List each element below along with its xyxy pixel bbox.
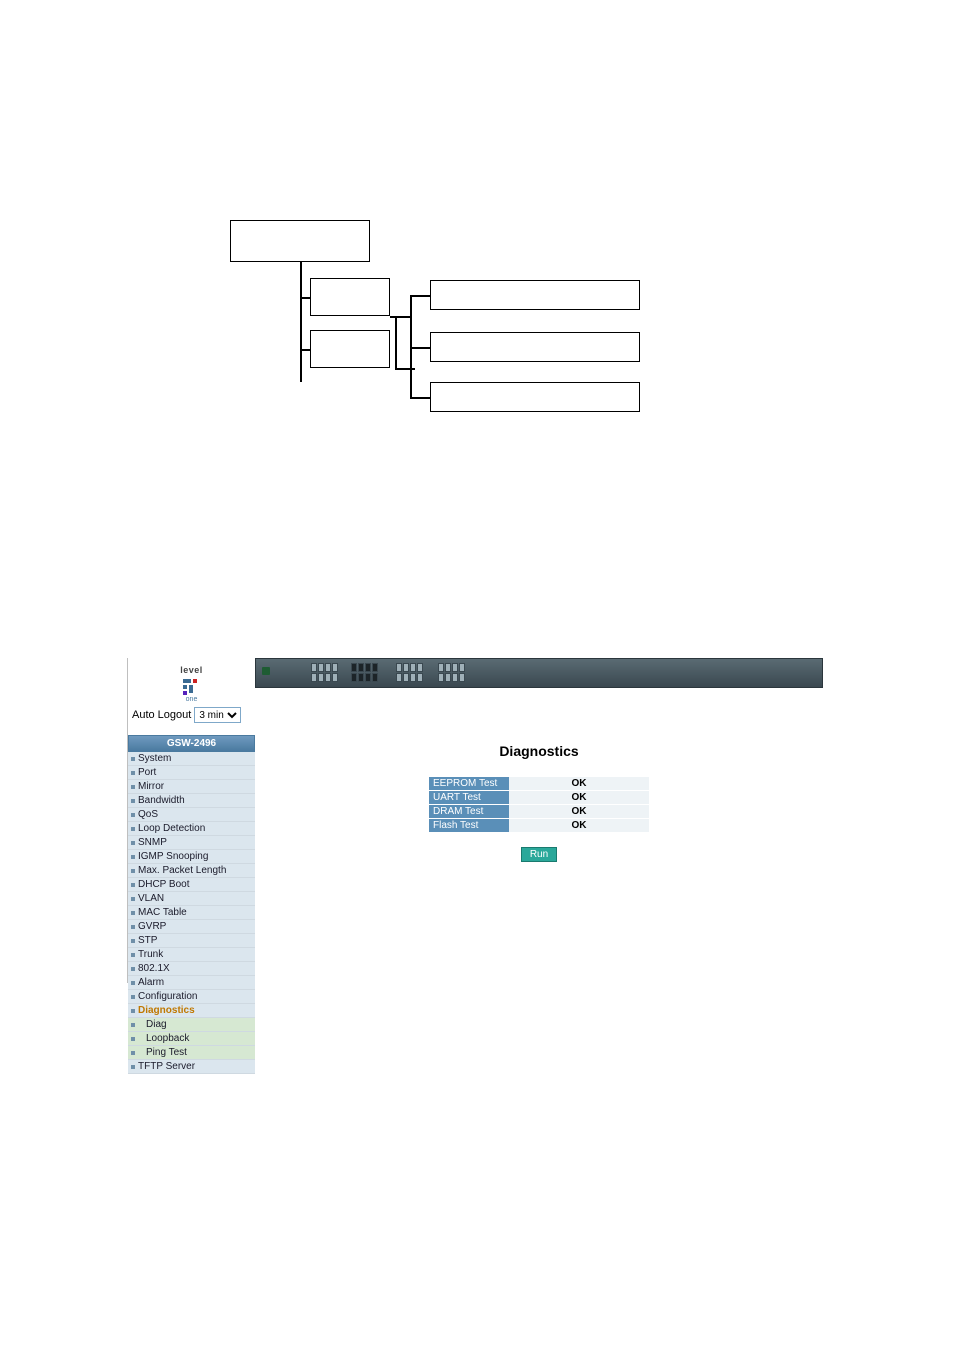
nav-item-dhcp-boot[interactable]: DHCP Boot: [128, 878, 255, 892]
nav-item-loop-detection[interactable]: Loop Detection: [128, 822, 255, 836]
nav-item-bandwidth[interactable]: Bandwidth: [128, 794, 255, 808]
test-label: Flash Test: [429, 819, 509, 833]
diagram-child-1: [310, 278, 390, 316]
diagram-sub-3: [430, 382, 640, 412]
power-led-icon: [262, 667, 270, 675]
nav-item-gvrp[interactable]: GVRP: [128, 920, 255, 934]
nav-item-stp[interactable]: STP: [128, 934, 255, 948]
test-result: OK: [509, 819, 649, 833]
nav-item-max-packet-length[interactable]: Max. Packet Length: [128, 864, 255, 878]
diagram-root-box: [230, 220, 370, 262]
brand-top: level: [180, 665, 203, 675]
nav: GSW-2496 SystemPortMirrorBandwidthQoSLoo…: [128, 735, 255, 1074]
table-row: EEPROM TestOK: [429, 777, 649, 791]
nav-item-igmp-snooping[interactable]: IGMP Snooping: [128, 850, 255, 864]
nav-item-loopback[interactable]: Loopback: [128, 1032, 255, 1046]
auto-logout-select[interactable]: 3 min: [194, 707, 241, 723]
table-row: DRAM TestOK: [429, 805, 649, 819]
nav-item-port[interactable]: Port: [128, 766, 255, 780]
nav-item-vlan[interactable]: VLAN: [128, 892, 255, 906]
main-pane: Diagnostics EEPROM TestOKUART TestOKDRAM…: [255, 658, 823, 983]
run-button[interactable]: Run: [521, 847, 557, 862]
nav-item-diagnostics[interactable]: Diagnostics: [128, 1004, 255, 1018]
device-image: [255, 658, 823, 688]
nav-item-802-1x[interactable]: 802.1X: [128, 962, 255, 976]
brand-bottom: one: [128, 696, 255, 703]
nav-item-qos[interactable]: QoS: [128, 808, 255, 822]
test-label: DRAM Test: [429, 805, 509, 819]
nav-header: GSW-2496: [128, 735, 255, 752]
table-row: Flash TestOK: [429, 819, 649, 833]
nav-item-system[interactable]: System: [128, 752, 255, 766]
nav-item-mirror[interactable]: Mirror: [128, 780, 255, 794]
test-result: OK: [509, 791, 649, 805]
nav-item-trunk[interactable]: Trunk: [128, 948, 255, 962]
test-result: OK: [509, 777, 649, 791]
diagram-child-2: [310, 330, 390, 368]
test-label: UART Test: [429, 791, 509, 805]
table-row: UART TestOK: [429, 791, 649, 805]
test-result: OK: [509, 805, 649, 819]
auto-logout: Auto Logout 3 min: [128, 705, 255, 725]
diagnostics-table: EEPROM TestOKUART TestOKDRAM TestOKFlash…: [429, 777, 649, 833]
test-label: EEPROM Test: [429, 777, 509, 791]
logo: level one: [128, 658, 255, 705]
app-frame: level one Auto Logout 3 min GSW-2496 Sys…: [128, 658, 823, 983]
nav-item-alarm[interactable]: Alarm: [128, 976, 255, 990]
nav-item-tftp-server[interactable]: TFTP Server: [128, 1060, 255, 1074]
nav-item-diag[interactable]: Diag: [128, 1018, 255, 1032]
diagram-sub-1: [430, 280, 640, 310]
logo-icon: [183, 679, 201, 697]
auto-logout-label: Auto Logout: [132, 709, 191, 721]
nav-item-ping-test[interactable]: Ping Test: [128, 1046, 255, 1060]
nav-item-configuration[interactable]: Configuration: [128, 990, 255, 1004]
diagram-sub-2: [430, 332, 640, 362]
sidebar: level one Auto Logout 3 min GSW-2496 Sys…: [128, 658, 255, 983]
diagnostics-panel: Diagnostics EEPROM TestOKUART TestOKDRAM…: [255, 688, 823, 862]
nav-item-mac-table[interactable]: MAC Table: [128, 906, 255, 920]
nav-item-snmp[interactable]: SNMP: [128, 836, 255, 850]
page-title: Diagnostics: [255, 743, 823, 759]
